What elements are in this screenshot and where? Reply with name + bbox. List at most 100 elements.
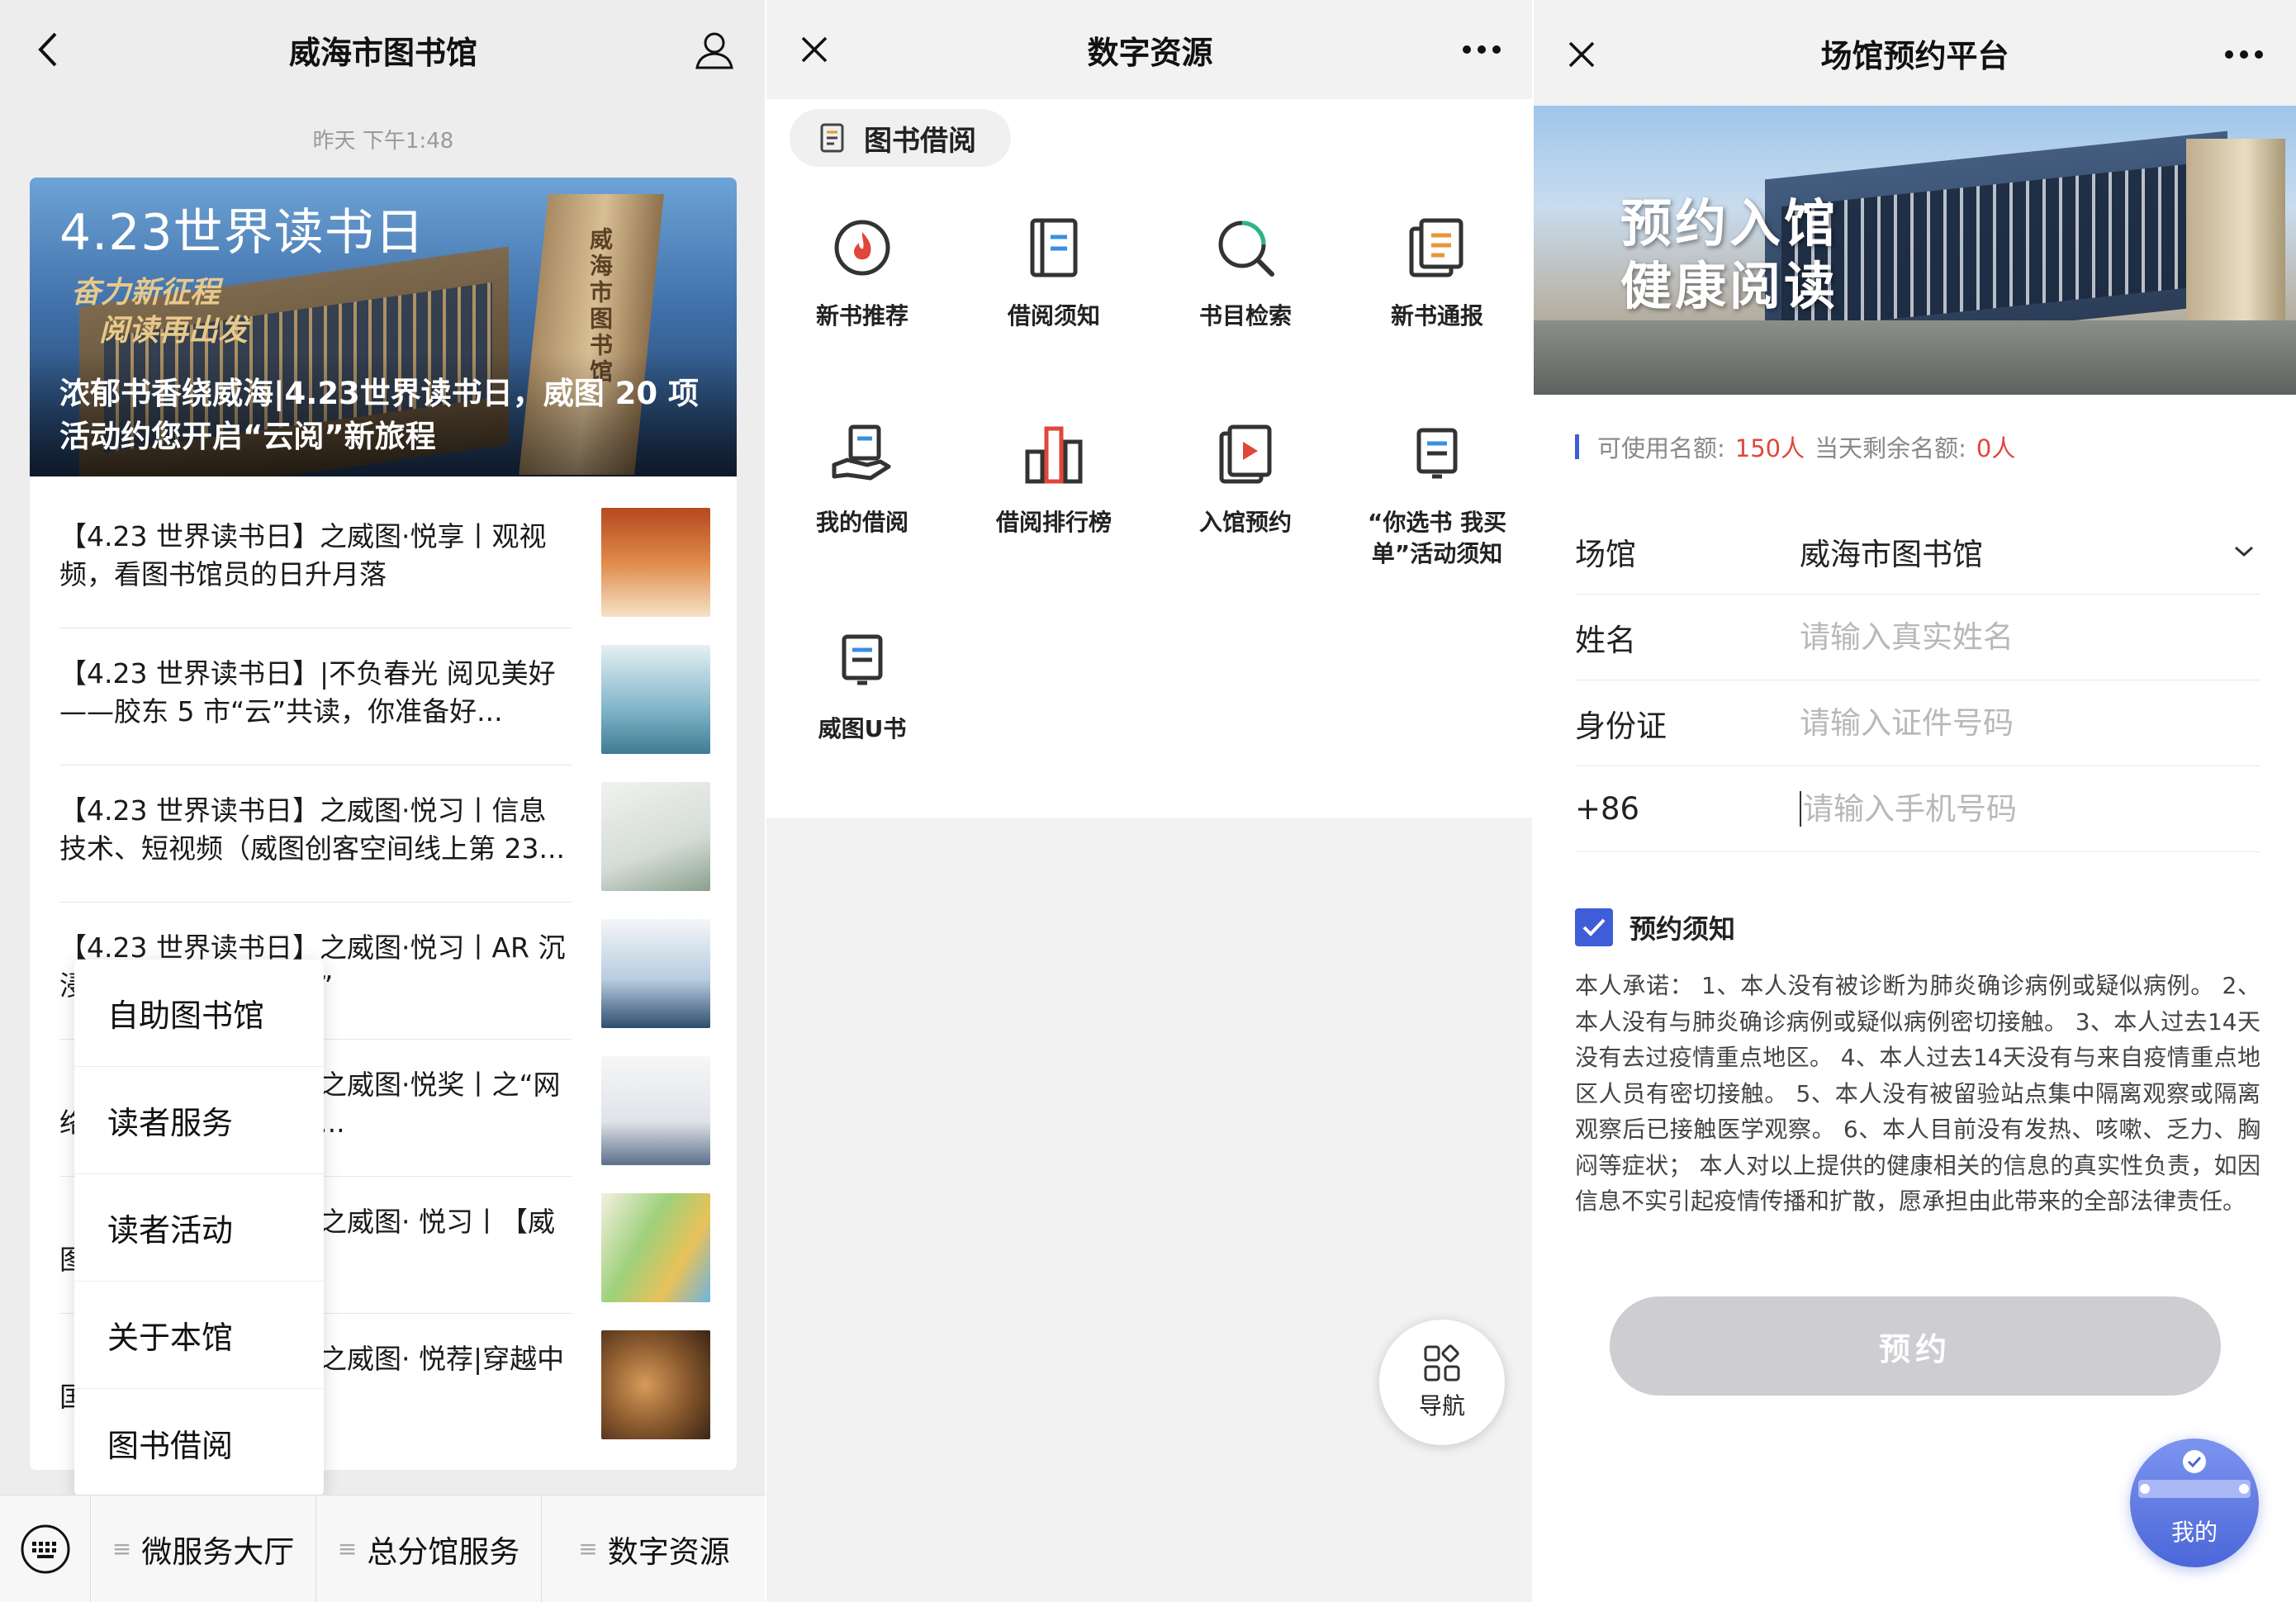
article-item[interactable]: 【4.23 世界读书日】之威图·悦习丨信息技术、短视频（威图创客空间线上第 23… <box>59 765 714 903</box>
message-timestamp: 昨天 下午1:48 <box>312 129 454 154</box>
id-number-field[interactable] <box>1800 705 2260 741</box>
wechat-account-panel: 威海市图书馆 昨天 下午1:48 威海市图书馆 4.23世界读书日 奋力新征程 … <box>0 0 766 1602</box>
notice-checkbox[interactable] <box>1575 908 1613 946</box>
submenu-popup: 自助图书馆 读者服务 读者活动 关于本馆 图书借阅 <box>74 960 324 1496</box>
hero-caption: 浓郁书香绕威海|4.23世界读书日，威图 20 项活动约您开启“云阅”新旅程 <box>59 376 700 454</box>
grid-item-label: 书目检索 <box>1198 302 1292 329</box>
my-reservations-button[interactable]: 我的 <box>2130 1438 2259 1567</box>
grid-item-new-book-report[interactable]: 新书通报 <box>1341 198 1533 396</box>
accent-bar <box>1575 434 1579 459</box>
grid-item-label: 新书推荐 <box>815 302 908 329</box>
submenu-item[interactable]: 关于本馆 <box>74 1282 324 1389</box>
id-row: 身份证 <box>1575 680 2260 766</box>
grid-item-borrow-notice[interactable]: 借阅须知 <box>958 198 1150 396</box>
submenu-item[interactable]: 读者活动 <box>74 1174 324 1282</box>
id-label: 身份证 <box>1575 708 1667 744</box>
quota-label-remaining: 当天剩余名额: <box>1815 434 1966 462</box>
article-title: 【4.23 世界读书日】之威图·悦享丨观视频，看图书馆员的日升月落 <box>59 520 547 590</box>
article-item[interactable]: 【4.23 世界读书日】|不负春光 阅见美好——胶东 5 市“云”共读，你准备好… <box>59 628 714 765</box>
venue-value: 威海市图书馆 <box>1800 536 1983 572</box>
article-thumbnail <box>601 508 710 617</box>
banner-title-2: 健康阅读 <box>1620 256 1839 316</box>
fire-icon <box>829 215 895 281</box>
keyboard-icon <box>21 1524 69 1573</box>
grid-item-label: 入馆预约 <box>1198 509 1292 536</box>
bottom-menu-label: 数字资源 <box>607 1533 730 1570</box>
navigation-button[interactable]: 导航 <box>1379 1320 1505 1445</box>
page-title: 场馆预约平台 <box>1820 37 2009 74</box>
profile-button[interactable] <box>685 25 743 74</box>
tab-label: 图书借阅 <box>864 124 976 158</box>
quota-info: 可使用名额: 150人 当天剩余名额: 0人 <box>1575 429 2025 464</box>
chevron-down-icon <box>2227 545 2260 558</box>
grid-item-you-choose-we-buy[interactable]: “你选书 我买单”活动须知 <box>1341 405 1533 603</box>
notice-title: 预约须知 <box>1629 913 1736 945</box>
tab-book-borrowing[interactable]: 图书借阅 <box>790 109 1011 167</box>
ticket-check-icon <box>2138 1450 2251 1498</box>
hero-title: 4.23世界读书日 <box>59 204 425 262</box>
article-item[interactable]: 【4.23 世界读书日】之威图·悦享丨观视频，看图书馆员的日升月落 <box>59 491 714 628</box>
venue-select[interactable]: 场馆 威海市图书馆 <box>1575 509 2260 595</box>
banner-plaza <box>1534 320 2296 395</box>
more-button[interactable] <box>2215 30 2273 79</box>
submenu-item[interactable]: 图书借阅 <box>74 1389 324 1496</box>
article-thumbnail <box>601 782 710 891</box>
navigation-label: 导航 <box>1418 1392 1465 1420</box>
name-row: 姓名 <box>1575 595 2260 680</box>
grid-item-weitu-ubook[interactable]: 威图U书 <box>766 611 958 809</box>
bottom-menu-label: 总分馆服务 <box>367 1533 520 1570</box>
bottom-menu-item[interactable]: ≡ 微服务大厅 <box>91 1495 316 1602</box>
ranking-icon <box>1021 421 1087 487</box>
bottom-menu-bar: ≡ 微服务大厅 ≡ 总分馆服务 ≡ 数字资源 <box>0 1495 766 1602</box>
notice-header: 预约须知 <box>1575 908 1735 946</box>
more-button[interactable] <box>1453 25 1511 74</box>
article-title: 【4.23 世界读书日】之威图·悦习丨信息技术、短视频（威图创客空间线上第 23… <box>59 794 565 865</box>
top-bar: 场馆预约平台 <box>1534 0 2296 106</box>
notebook-icon <box>820 123 844 153</box>
close-button[interactable] <box>790 25 839 74</box>
article-thumbnail <box>601 645 710 754</box>
grid-item-new-books[interactable]: 新书推荐 <box>766 198 958 396</box>
reserve-button[interactable]: 预约 <box>1610 1296 2221 1396</box>
article-thumbnail <box>601 1056 710 1165</box>
ebook-icon <box>829 628 895 694</box>
name-label: 姓名 <box>1575 622 1636 658</box>
page-title: 威海市图书馆 <box>288 34 477 71</box>
article-thumbnail <box>601 1330 710 1439</box>
hero-article[interactable]: 威海市图书馆 4.23世界读书日 奋力新征程 阅读再出发 浓郁书香绕威海|4.2… <box>30 178 737 476</box>
grid-item-label: 新书通报 <box>1390 302 1483 329</box>
grid-item-entry-reservation[interactable]: 入馆预约 <box>1150 405 1341 603</box>
close-icon <box>1568 41 1595 68</box>
hero-subtitle-1: 奋力新征程 <box>71 276 221 310</box>
close-button[interactable] <box>1557 30 1606 79</box>
menu-lines-icon: ≡ <box>578 1535 598 1562</box>
grid-item-ranking[interactable]: 借阅排行榜 <box>958 405 1150 603</box>
grid-item-my-borrowing[interactable]: 我的借阅 <box>766 405 958 603</box>
my-label: 我的 <box>2170 1519 2218 1546</box>
phone-field[interactable] <box>1800 791 2260 827</box>
book-notice-icon <box>1021 215 1087 281</box>
grid-item-label: 我的借阅 <box>815 509 908 536</box>
more-dots-icon <box>2225 50 2263 59</box>
grid-item-catalog-search[interactable]: 书目检索 <box>1150 198 1341 396</box>
submenu-item[interactable]: 读者服务 <box>74 1067 324 1174</box>
more-dots-icon <box>1463 45 1501 54</box>
search-icon <box>1212 215 1278 281</box>
play-doc-icon <box>1212 421 1278 487</box>
keyboard-button[interactable] <box>0 1495 91 1602</box>
bottom-menu-item[interactable]: ≡ 数字资源 <box>542 1495 766 1602</box>
check-icon <box>1582 918 1606 936</box>
venue-label: 场馆 <box>1575 536 1636 572</box>
doc-icon <box>1404 421 1470 487</box>
bottom-menu-label: 微服务大厅 <box>141 1533 295 1570</box>
name-field[interactable] <box>1800 619 2260 655</box>
back-button[interactable] <box>23 25 73 74</box>
close-icon <box>801 36 828 63</box>
chevron-left-icon <box>38 32 57 67</box>
hand-book-icon <box>829 421 895 487</box>
report-icon <box>1404 215 1470 281</box>
reservation-banner: 预约入馆 健康阅读 <box>1534 106 2296 395</box>
bottom-menu-item[interactable]: ≡ 总分馆服务 <box>316 1495 542 1602</box>
submenu-item[interactable]: 自助图书馆 <box>74 960 324 1067</box>
top-bar: 威海市图书馆 <box>0 0 766 99</box>
